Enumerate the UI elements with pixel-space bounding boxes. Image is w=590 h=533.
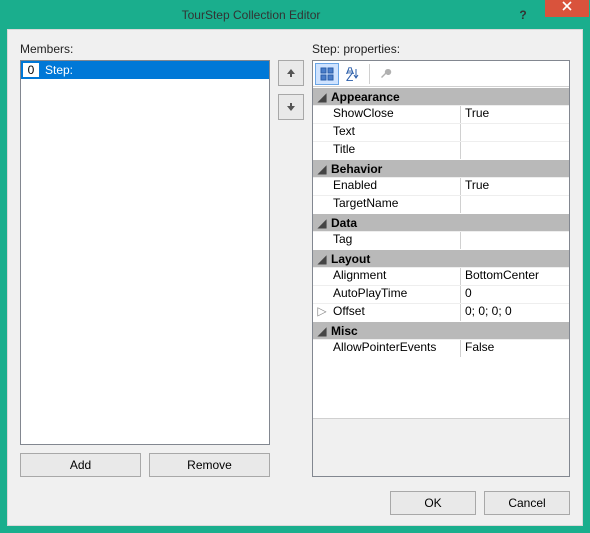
property-grid-body[interactable]: ◢AppearanceShowCloseTrueTextTitle◢Behavi… <box>313 87 569 418</box>
property-grid-toolbar: A Z <box>313 61 569 87</box>
collapse-icon: ◢ <box>313 216 331 230</box>
svg-text:Z: Z <box>346 70 353 81</box>
expand-icon[interactable]: ▷ <box>313 304 331 321</box>
property-value[interactable]: 0 <box>461 286 569 303</box>
move-down-button[interactable] <box>278 94 304 120</box>
property-value[interactable]: True <box>461 178 569 195</box>
help-button[interactable]: ? <box>501 4 545 26</box>
property-category[interactable]: ◢Misc <box>313 321 569 339</box>
collapse-icon: ◢ <box>313 324 331 338</box>
property-name: AutoPlayTime <box>331 286 461 303</box>
close-button[interactable] <box>545 0 589 17</box>
dialog-window: TourStep Collection Editor ? Members: 0 … <box>0 0 590 533</box>
expand-icon <box>313 106 331 123</box>
expand-icon <box>313 124 331 141</box>
property-value[interactable] <box>461 232 569 249</box>
property-row[interactable]: Text <box>313 123 569 141</box>
category-label: Misc <box>331 324 358 338</box>
property-row[interactable]: ShowCloseTrue <box>313 105 569 123</box>
list-item-index: 0 <box>21 61 41 79</box>
expand-icon <box>313 268 331 285</box>
property-name: TargetName <box>331 196 461 213</box>
property-value[interactable]: False <box>461 340 569 357</box>
ok-button[interactable]: OK <box>390 491 476 515</box>
close-icon <box>562 1 572 11</box>
alphabetical-button[interactable]: A Z <box>341 63 365 85</box>
property-name: Alignment <box>331 268 461 285</box>
properties-label: Step: properties: <box>312 42 570 56</box>
category-label: Behavior <box>331 162 382 176</box>
property-category[interactable]: ◢Behavior <box>313 159 569 177</box>
property-name: Enabled <box>331 178 461 195</box>
client-area: Members: 0 Step: Add Remove <box>7 29 583 526</box>
list-item-label: Step: <box>41 61 269 79</box>
arrow-down-icon <box>286 102 296 112</box>
categorized-button[interactable] <box>315 63 339 85</box>
list-item[interactable]: 0 Step: <box>21 61 269 79</box>
move-up-button[interactable] <box>278 60 304 86</box>
property-row[interactable]: AlignmentBottomCenter <box>313 267 569 285</box>
cancel-button[interactable]: Cancel <box>484 491 570 515</box>
property-description-pane <box>313 418 569 476</box>
property-name: Offset <box>331 304 461 321</box>
property-name: AllowPointerEvents <box>331 340 461 357</box>
expand-icon <box>313 196 331 213</box>
expand-icon <box>313 286 331 303</box>
collapse-icon: ◢ <box>313 90 331 104</box>
expand-icon <box>313 178 331 195</box>
window-title: TourStep Collection Editor <box>1 8 501 22</box>
members-list[interactable]: 0 Step: <box>20 60 270 445</box>
help-icon: ? <box>519 8 526 22</box>
property-name: Text <box>331 124 461 141</box>
category-label: Layout <box>331 252 370 266</box>
add-button[interactable]: Add <box>20 453 141 477</box>
property-category[interactable]: ◢Appearance <box>313 87 569 105</box>
property-value[interactable] <box>461 142 569 159</box>
property-pages-button[interactable] <box>374 63 398 85</box>
category-label: Appearance <box>331 90 400 104</box>
property-value[interactable]: 0; 0; 0; 0 <box>461 304 569 321</box>
collapse-icon: ◢ <box>313 162 331 176</box>
property-category[interactable]: ◢Layout <box>313 249 569 267</box>
property-value[interactable]: True <box>461 106 569 123</box>
expand-icon <box>313 142 331 159</box>
titlebar[interactable]: TourStep Collection Editor ? <box>1 1 589 29</box>
sort-az-icon: A Z <box>346 67 360 81</box>
members-label: Members: <box>20 42 270 56</box>
property-row[interactable]: AllowPointerEventsFalse <box>313 339 569 357</box>
property-value[interactable]: BottomCenter <box>461 268 569 285</box>
property-row[interactable]: EnabledTrue <box>313 177 569 195</box>
property-name: Tag <box>331 232 461 249</box>
property-row[interactable]: AutoPlayTime0 <box>313 285 569 303</box>
category-label: Data <box>331 216 357 230</box>
expand-icon <box>313 340 331 357</box>
arrow-up-icon <box>286 68 296 78</box>
property-name: Title <box>331 142 461 159</box>
categorized-icon <box>320 67 334 81</box>
expand-icon <box>313 232 331 249</box>
dialog-footer: OK Cancel <box>8 481 582 525</box>
property-category[interactable]: ◢Data <box>313 213 569 231</box>
property-grid: A Z ◢AppearanceShowCloseTrueText <box>312 60 570 477</box>
property-row[interactable]: Tag <box>313 231 569 249</box>
collapse-icon: ◢ <box>313 252 331 266</box>
property-value[interactable] <box>461 124 569 141</box>
remove-button[interactable]: Remove <box>149 453 270 477</box>
property-row[interactable]: Title <box>313 141 569 159</box>
property-row[interactable]: TargetName <box>313 195 569 213</box>
property-row[interactable]: ▷Offset0; 0; 0; 0 <box>313 303 569 321</box>
wrench-icon <box>379 67 393 81</box>
property-name: ShowClose <box>331 106 461 123</box>
property-value[interactable] <box>461 196 569 213</box>
